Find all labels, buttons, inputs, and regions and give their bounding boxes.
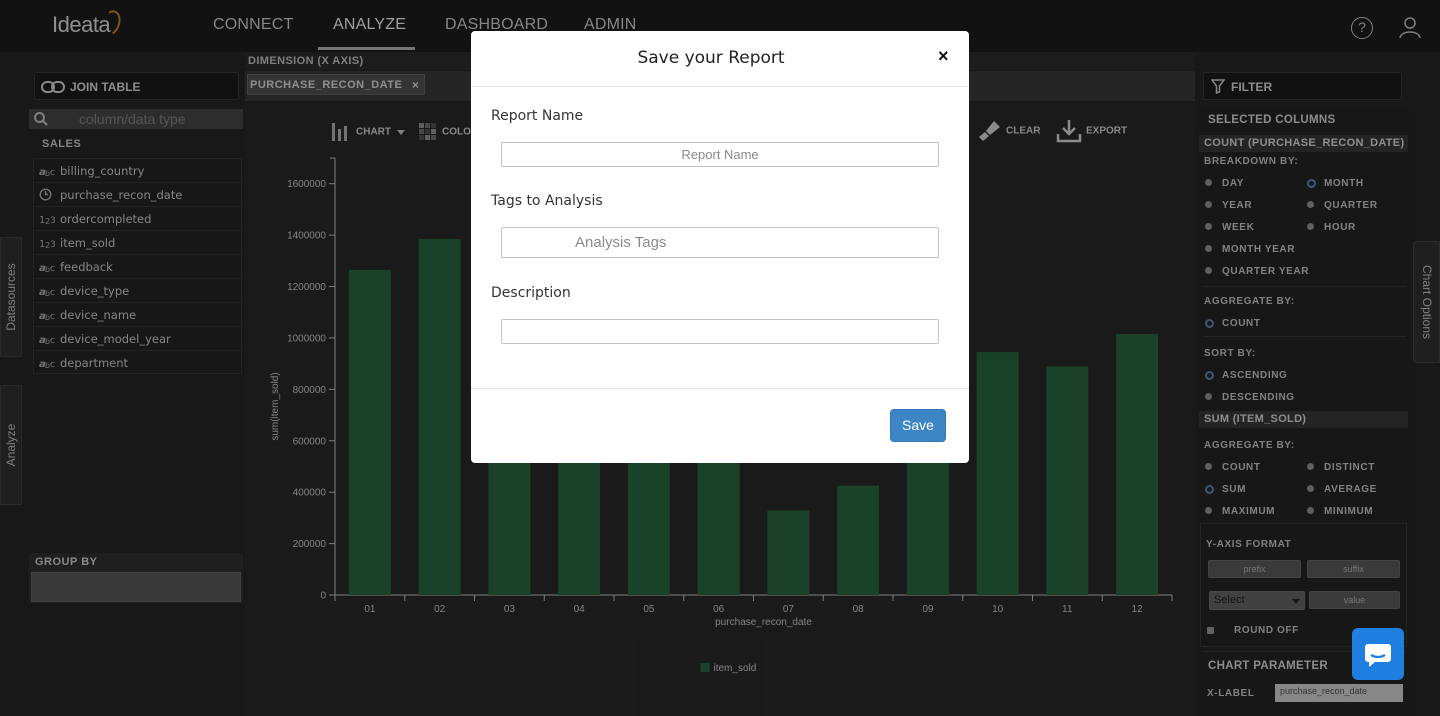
report-name-input[interactable] [501,142,939,167]
analysis-tags-input[interactable] [501,227,939,258]
modal-title: Save your Report [637,48,785,68]
chat-button[interactable] [1352,628,1404,680]
description-input[interactable] [501,319,939,344]
save-report-modal: Save your Report × Report Name Tags to A… [471,31,969,463]
chat-bubble-icon [1365,644,1391,667]
modal-footer-divider [471,388,969,389]
description-label: Description [491,285,571,301]
close-icon[interactable]: × [938,46,949,67]
report-name-label: Report Name [491,108,584,124]
modal-header-divider [471,86,969,87]
save-button[interactable]: Save [890,409,946,442]
tags-label: Tags to Analysis [491,193,603,209]
